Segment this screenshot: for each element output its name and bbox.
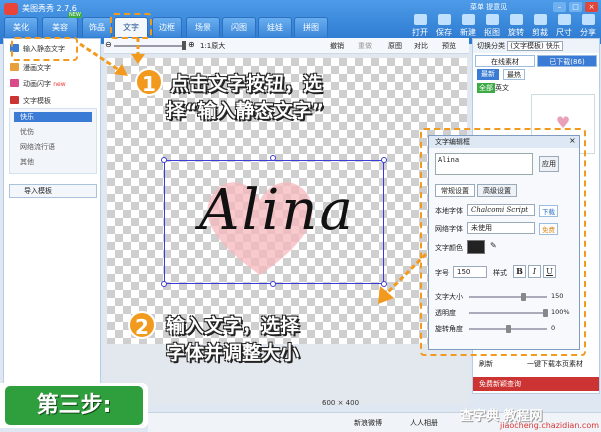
highlight-text-editor	[420, 128, 586, 356]
menu-links[interactable]: 菜单 提意见	[470, 2, 507, 12]
folder-icon	[413, 14, 427, 25]
undo-button[interactable]: 撤销	[330, 41, 344, 51]
step2-instruction-line2: 字体并调整大小	[166, 342, 300, 364]
renren-album-button[interactable]: 人人相册	[410, 418, 438, 428]
tab-online-material[interactable]: 在线素材	[475, 55, 535, 67]
tab-flash[interactable]: 闪图	[222, 17, 256, 37]
new-badge: NEW	[68, 12, 82, 18]
step-number-2: 2	[128, 311, 156, 339]
resize-handle-tl[interactable]	[161, 157, 167, 163]
submenu-item-happy[interactable]: 快乐	[14, 112, 92, 122]
canvas-size-label: 600 × 400	[322, 399, 360, 407]
tab-scene[interactable]: 场景	[186, 17, 220, 37]
crop-icon	[533, 14, 547, 25]
resize-handle-tr[interactable]	[381, 157, 387, 163]
zoom-in-icon[interactable]: ⊕	[188, 40, 195, 49]
weibo-share-button[interactable]: 新浪微博	[354, 418, 382, 428]
sparkle-icon	[10, 79, 19, 87]
download-page-button[interactable]: 一键下载本页素材	[527, 359, 583, 369]
zoom-slider-handle[interactable]	[182, 41, 186, 50]
canvas-text[interactable]: Alina	[172, 178, 382, 258]
sub-tab-hottest[interactable]: 最热	[503, 69, 525, 80]
arrow-step1b-icon	[131, 38, 145, 64]
left-panel: 输入静态文字 漫画文字 动画闪字 new 文字模板 快乐 忧伤 网络流行语 其他…	[3, 38, 101, 394]
import-template-button[interactable]: 导入模板	[9, 184, 97, 198]
tab-accessories[interactable]: 饰品	[82, 17, 112, 37]
rotate-icon	[509, 14, 523, 25]
maximize-icon[interactable]: □	[569, 2, 582, 12]
highlight-input-static-text	[11, 37, 78, 61]
new-file-icon	[461, 14, 475, 25]
minimize-icon[interactable]: –	[553, 2, 566, 12]
submenu-item-other[interactable]: 其他	[20, 157, 34, 167]
step2-instruction-line1: 输入文字，选择	[166, 315, 300, 337]
cutout-button[interactable]: 抠图	[481, 14, 503, 40]
resize-handle-bl[interactable]	[161, 281, 167, 287]
new-badge-small: new	[53, 81, 66, 88]
rotate-button[interactable]: 旋转	[505, 14, 527, 40]
tab-beauty[interactable]: 美容	[42, 17, 78, 37]
compare-button[interactable]: 对比	[414, 41, 428, 51]
free-new-query[interactable]: 免费新颖查询	[473, 377, 599, 391]
save-button[interactable]: 保存	[433, 14, 455, 40]
tab-collage[interactable]: 拼图	[294, 17, 328, 37]
resize-handle-b[interactable]	[270, 281, 276, 287]
close-icon[interactable]: ×	[585, 2, 598, 12]
template-icon	[10, 96, 19, 104]
tab-beautify[interactable]: 美化	[4, 17, 38, 37]
filter-all[interactable]: 全部	[477, 83, 495, 93]
text-template-button[interactable]: 文字模板	[10, 96, 51, 106]
cutout-icon	[485, 14, 499, 25]
tab-doll[interactable]: 娃娃	[258, 17, 292, 37]
window-controls: – □ ×	[553, 2, 598, 12]
submenu-item-popular[interactable]: 网络流行语	[20, 142, 55, 152]
new-button[interactable]: 新建	[457, 14, 479, 40]
original-size-button[interactable]: 1:1原大	[200, 41, 225, 51]
step1-instruction-line1: 点击文字按钮，选	[170, 73, 323, 95]
share-icon	[581, 14, 595, 25]
animated-text-button[interactable]: 动画闪字 new	[10, 79, 66, 89]
main-toolbar: 打开 保存 新建 抠图 旋转 剪裁 尺寸 分享	[408, 14, 600, 40]
tab-downloaded[interactable]: 已下载(86)	[537, 55, 597, 67]
comic-text-button[interactable]: 漫画文字	[10, 63, 51, 73]
resize-button[interactable]: 尺寸	[553, 14, 575, 40]
redo-button[interactable]: 重做	[358, 41, 372, 51]
arrow-step1-icon	[79, 42, 128, 76]
open-button[interactable]: 打开	[409, 14, 431, 40]
template-submenu: 快乐 忧伤 网络流行语 其他	[9, 108, 97, 174]
tab-frame[interactable]: 边框	[152, 17, 182, 37]
rotate-handle[interactable]	[270, 155, 276, 161]
arrow-step2-icon	[378, 252, 428, 304]
original-button[interactable]: 原图	[388, 41, 402, 51]
submenu-item-sad[interactable]: 忧伤	[20, 127, 34, 137]
sub-tab-newest[interactable]: 最新	[477, 69, 499, 80]
preview-button[interactable]: 预览	[442, 41, 456, 51]
step-badge: 第三步:	[5, 386, 143, 425]
step1-instruction-line2: 择“输入静态文字”	[166, 100, 324, 122]
category-switcher[interactable]: 切换分类 (文字模板) 快乐	[473, 39, 599, 53]
resize-icon	[557, 14, 571, 25]
crop-button[interactable]: 剪裁	[529, 14, 551, 40]
refresh-button[interactable]: 刷新	[479, 359, 493, 369]
comic-icon	[10, 63, 19, 71]
share-button[interactable]: 分享	[577, 14, 599, 40]
filter-english[interactable]: 英文	[495, 83, 509, 93]
save-icon	[437, 14, 451, 25]
step-number-1: 1	[135, 68, 163, 96]
canvas-toolbar: ⊖ ⊕ 1:1原大 撤销 重做 原图 对比 预览	[104, 38, 469, 54]
app-logo-icon	[4, 3, 18, 15]
watermark-url: jiaocheng.chazidian.com	[500, 421, 600, 430]
